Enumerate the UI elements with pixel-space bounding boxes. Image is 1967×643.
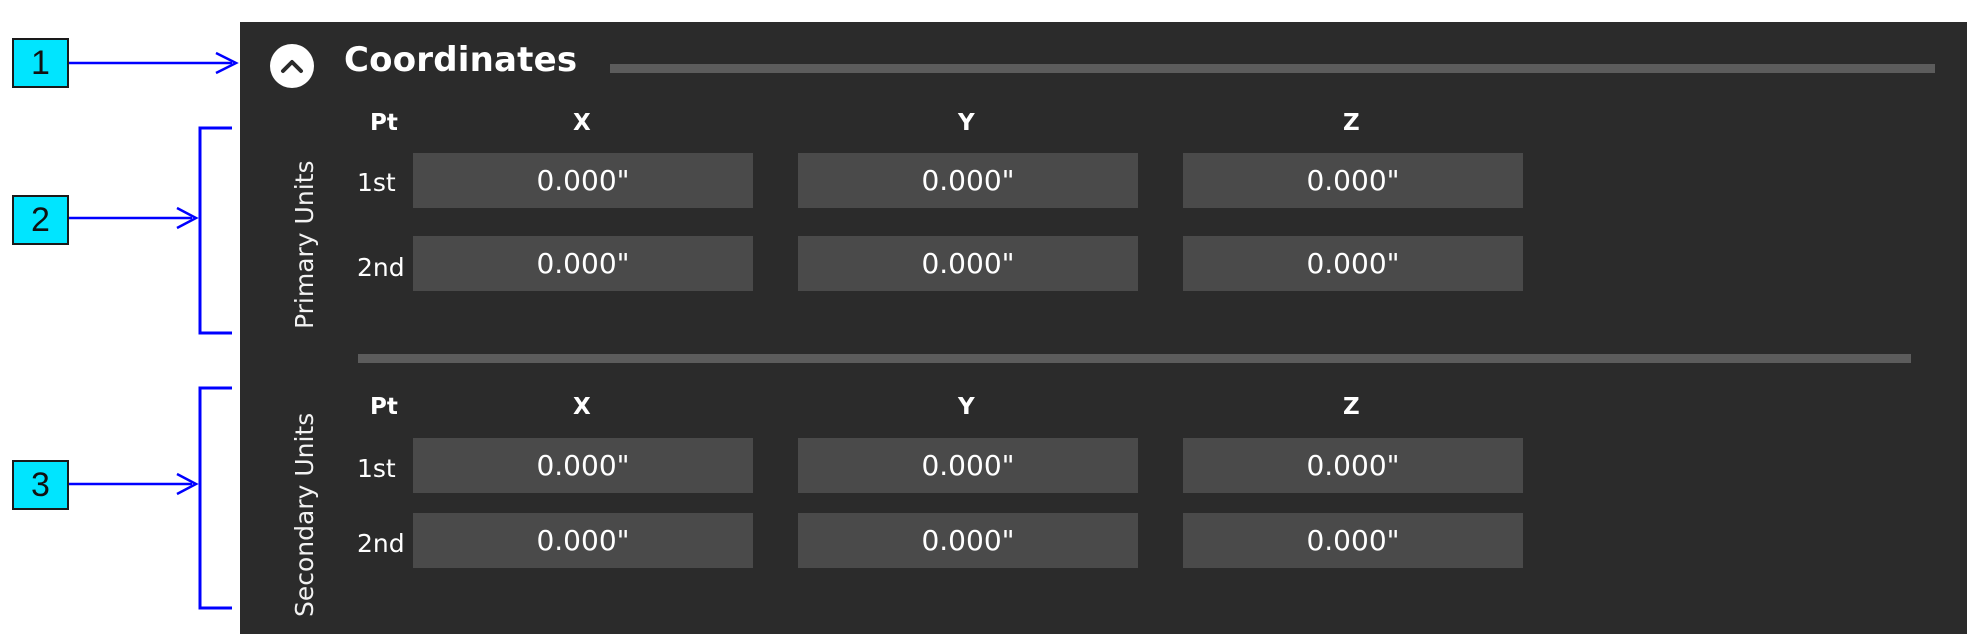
- primary-bracket: [198, 126, 232, 335]
- blue-brackets: [198, 126, 232, 610]
- secondary-bracket: [198, 386, 232, 610]
